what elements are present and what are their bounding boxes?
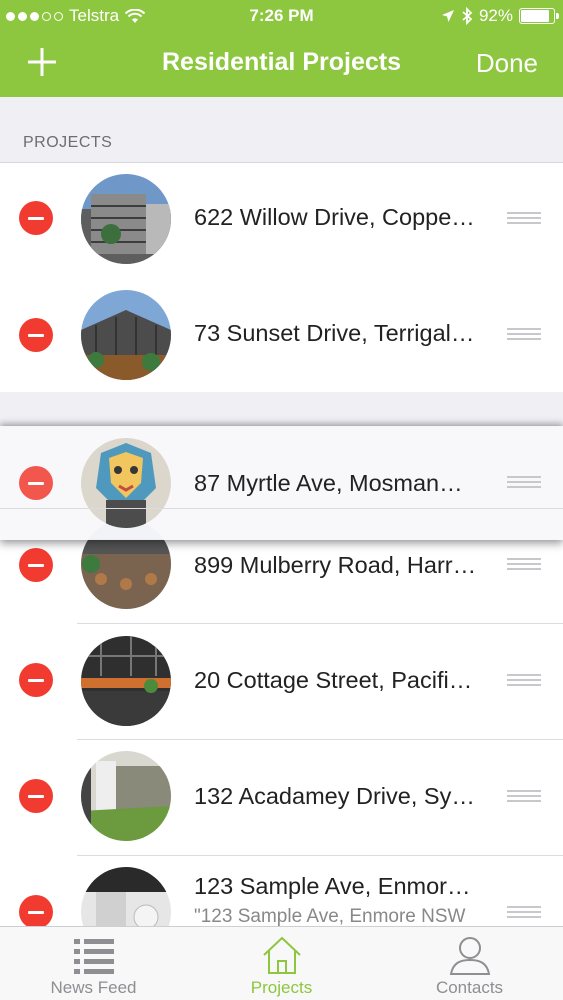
tab-news-feed[interactable]: News Feed (0, 927, 187, 1000)
project-address: 123 Sample Ave, Enmor… (194, 873, 471, 899)
project-address: 73 Sunset Drive, Terrigal… (194, 320, 475, 346)
project-thumbnail (81, 290, 171, 380)
project-thumbnail (81, 174, 171, 264)
reorder-handle-icon[interactable] (507, 558, 541, 572)
delete-icon[interactable] (19, 663, 53, 697)
status-bar: Telstra 7:26 PM 92% (0, 0, 563, 32)
bluetooth-icon (462, 7, 473, 25)
person-icon (449, 937, 490, 975)
delete-icon[interactable] (19, 201, 53, 235)
battery-percent: 92% (478, 6, 513, 25)
reorder-handle-icon[interactable] (507, 790, 541, 804)
reorder-handle-icon[interactable] (507, 674, 541, 688)
project-row[interactable]: 132 Acadamey Drive, Sy… (0, 740, 563, 856)
location-arrow-icon (441, 10, 454, 22)
reorder-handle-icon[interactable] (507, 476, 541, 490)
project-address: 622 Willow Drive, Coppe… (194, 204, 475, 230)
delete-icon[interactable] (19, 466, 53, 500)
navigation-bar: Residential Projects Done (0, 32, 563, 97)
home-icon (262, 936, 301, 974)
delete-icon[interactable] (19, 548, 53, 582)
section-header: PROJECTS (0, 97, 563, 163)
project-row[interactable]: 73 Sunset Drive, Terrigal… (0, 277, 563, 393)
tab-bar: News Feed Projects Contacts (0, 926, 563, 1000)
section-header-label: PROJECTS (23, 134, 113, 151)
project-address: 132 Acadamey Drive, Sy… (194, 783, 475, 809)
project-subtitle: "123 Sample Ave, Enmore NSW (194, 906, 466, 927)
delete-icon[interactable] (19, 318, 53, 352)
done-button[interactable]: Done (476, 48, 538, 79)
delete-icon[interactable] (19, 779, 53, 813)
dragging-project-row[interactable]: 87 Myrtle Ave, Mosman… (0, 426, 563, 540)
top-bar: Telstra 7:26 PM 92% Residential Projects… (0, 0, 563, 97)
project-row[interactable]: 622 Willow Drive, Coppe… (0, 163, 563, 398)
reorder-handle-icon[interactable] (507, 212, 541, 226)
project-thumbnail (81, 751, 171, 841)
reorder-gap (0, 392, 563, 428)
project-address: 899 Mulberry Road, Harr… (194, 552, 477, 578)
project-thumbnail (81, 438, 171, 528)
project-row[interactable]: 20 Cottage Street, Pacifi… (0, 624, 563, 740)
tab-label: Contacts (435, 978, 504, 997)
project-thumbnail (81, 636, 171, 726)
delete-icon[interactable] (19, 895, 53, 929)
battery-icon (519, 8, 559, 24)
tab-label: Projects (250, 978, 313, 997)
tab-label: News Feed (50, 978, 137, 997)
list-icon (73, 939, 114, 974)
project-address: 87 Myrtle Ave, Mosman… (194, 470, 463, 496)
reorder-handle-icon[interactable] (507, 906, 541, 920)
tab-projects[interactable]: Projects (188, 927, 375, 1000)
reorder-handle-icon[interactable] (507, 328, 541, 342)
tab-contacts[interactable]: Contacts (376, 927, 563, 1000)
project-address: 20 Cottage Street, Pacifi… (194, 667, 473, 693)
